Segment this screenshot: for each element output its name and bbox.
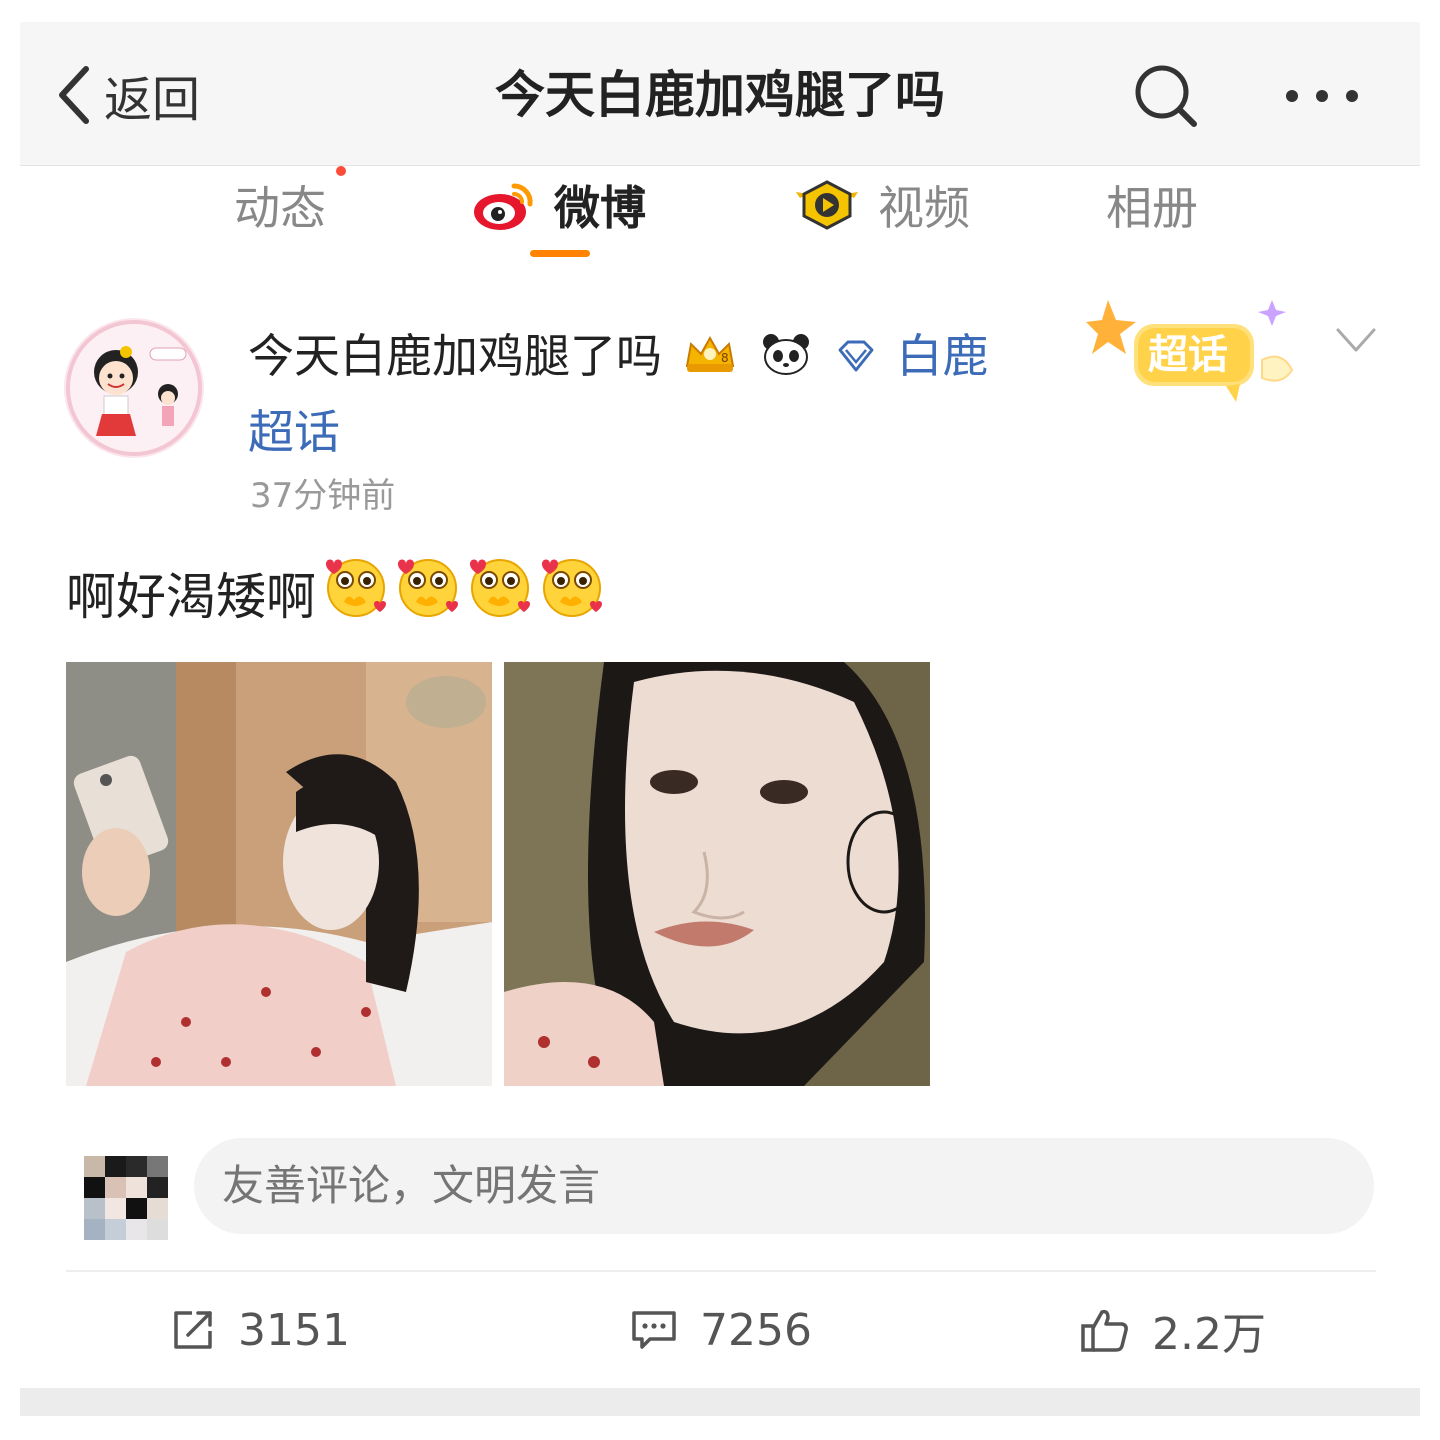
tab-dynamic-label: 动态	[234, 181, 326, 235]
tab-weibo-label: 微博	[554, 181, 646, 235]
crown-badge-icon: 8	[681, 324, 739, 396]
supertopic-badge-label: 超话	[1148, 332, 1228, 378]
page-title: 今天白鹿加鸡腿了吗	[495, 66, 945, 124]
panda-badge-icon	[761, 324, 811, 396]
post-timestamp: 37分钟前	[250, 476, 396, 516]
video-play-icon	[794, 178, 860, 232]
comment-input[interactable]	[194, 1138, 1374, 1234]
thumbs-up-icon	[1081, 1309, 1128, 1352]
chevron-down-icon[interactable]	[1334, 322, 1378, 358]
bottom-separator	[20, 1388, 1420, 1416]
author-name[interactable]: 今天白鹿加鸡腿了吗	[248, 329, 662, 383]
svg-text:8: 8	[721, 351, 729, 365]
pleading-emoji-icon	[396, 556, 460, 630]
pleading-emoji-icon	[468, 556, 532, 630]
supertopic-link-part2: 超话	[248, 404, 340, 459]
tab-dynamic[interactable]: 动态	[234, 170, 326, 240]
tab-album[interactable]: 相册	[1106, 170, 1198, 240]
pleading-emoji-icon	[324, 556, 388, 630]
tab-video-label: 视频	[878, 181, 970, 235]
post-author-line: 今天白鹿加鸡腿了吗 8 白鹿超话	[248, 320, 1008, 468]
comment-count: 7256	[700, 1304, 812, 1356]
repost-count: 3151	[238, 1304, 350, 1356]
supertopic-link-part1: 白鹿	[896, 329, 989, 383]
weibo-logo-icon	[472, 178, 536, 232]
search-icon[interactable]	[1132, 62, 1200, 130]
post-image-2[interactable]	[504, 662, 930, 1086]
user-avatar[interactable]	[64, 318, 204, 458]
notification-dot	[336, 166, 346, 176]
comment-button[interactable]: 7256	[630, 1298, 812, 1362]
supertopic-badge[interactable]: 超话	[1086, 294, 1306, 414]
tab-weibo[interactable]: 微博	[472, 170, 646, 240]
comment-icon	[632, 1311, 676, 1349]
active-tab-indicator	[530, 250, 590, 257]
post-image-1[interactable]	[66, 662, 492, 1086]
divider	[66, 1270, 1376, 1272]
app-frame: 返回 今天白鹿加鸡腿了吗 动态 微博 视频 相册 今天白鹿加鸡腿了吗 8 白鹿 …	[20, 22, 1420, 1416]
diamond-icon	[834, 324, 878, 396]
profile-tabs: 动态 微博 视频 相册	[20, 166, 1420, 276]
top-nav-bar: 返回 今天白鹿加鸡腿了吗	[20, 22, 1420, 166]
more-options-icon[interactable]	[1282, 78, 1362, 114]
like-button[interactable]: 2.2万	[1080, 1298, 1266, 1362]
pleading-emoji-icon	[540, 556, 604, 630]
tab-album-label: 相册	[1106, 181, 1198, 235]
current-user-avatar[interactable]	[84, 1156, 168, 1240]
tab-video[interactable]: 视频	[794, 170, 970, 240]
repost-icon	[174, 1311, 212, 1349]
post-text-content: 啊好渴矮啊	[66, 568, 316, 626]
repost-button[interactable]: 3151	[170, 1298, 350, 1362]
post-text: 啊好渴矮啊	[66, 556, 604, 630]
like-count: 2.2万	[1152, 1309, 1266, 1360]
